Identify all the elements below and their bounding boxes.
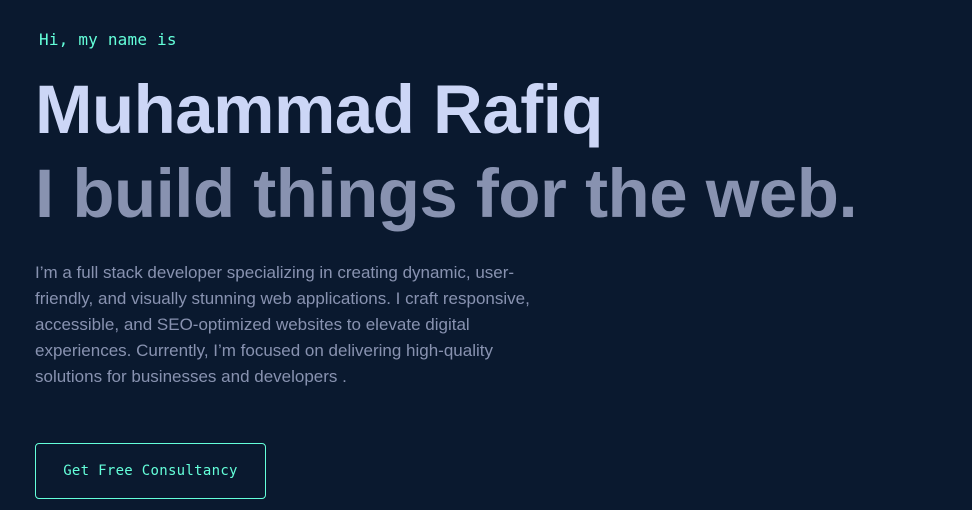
greeting-text: Hi, my name is xyxy=(39,30,177,49)
hero-section: Hi, my name is Muhammad Rafiq I build th… xyxy=(0,0,972,510)
get-free-consultancy-button[interactable]: Get Free Consultancy xyxy=(35,443,266,499)
tagline: I build things for the web. xyxy=(35,155,858,232)
bio-paragraph: I’m a full stack developer specializing … xyxy=(35,263,530,386)
author-name: Muhammad Rafiq xyxy=(35,71,604,148)
